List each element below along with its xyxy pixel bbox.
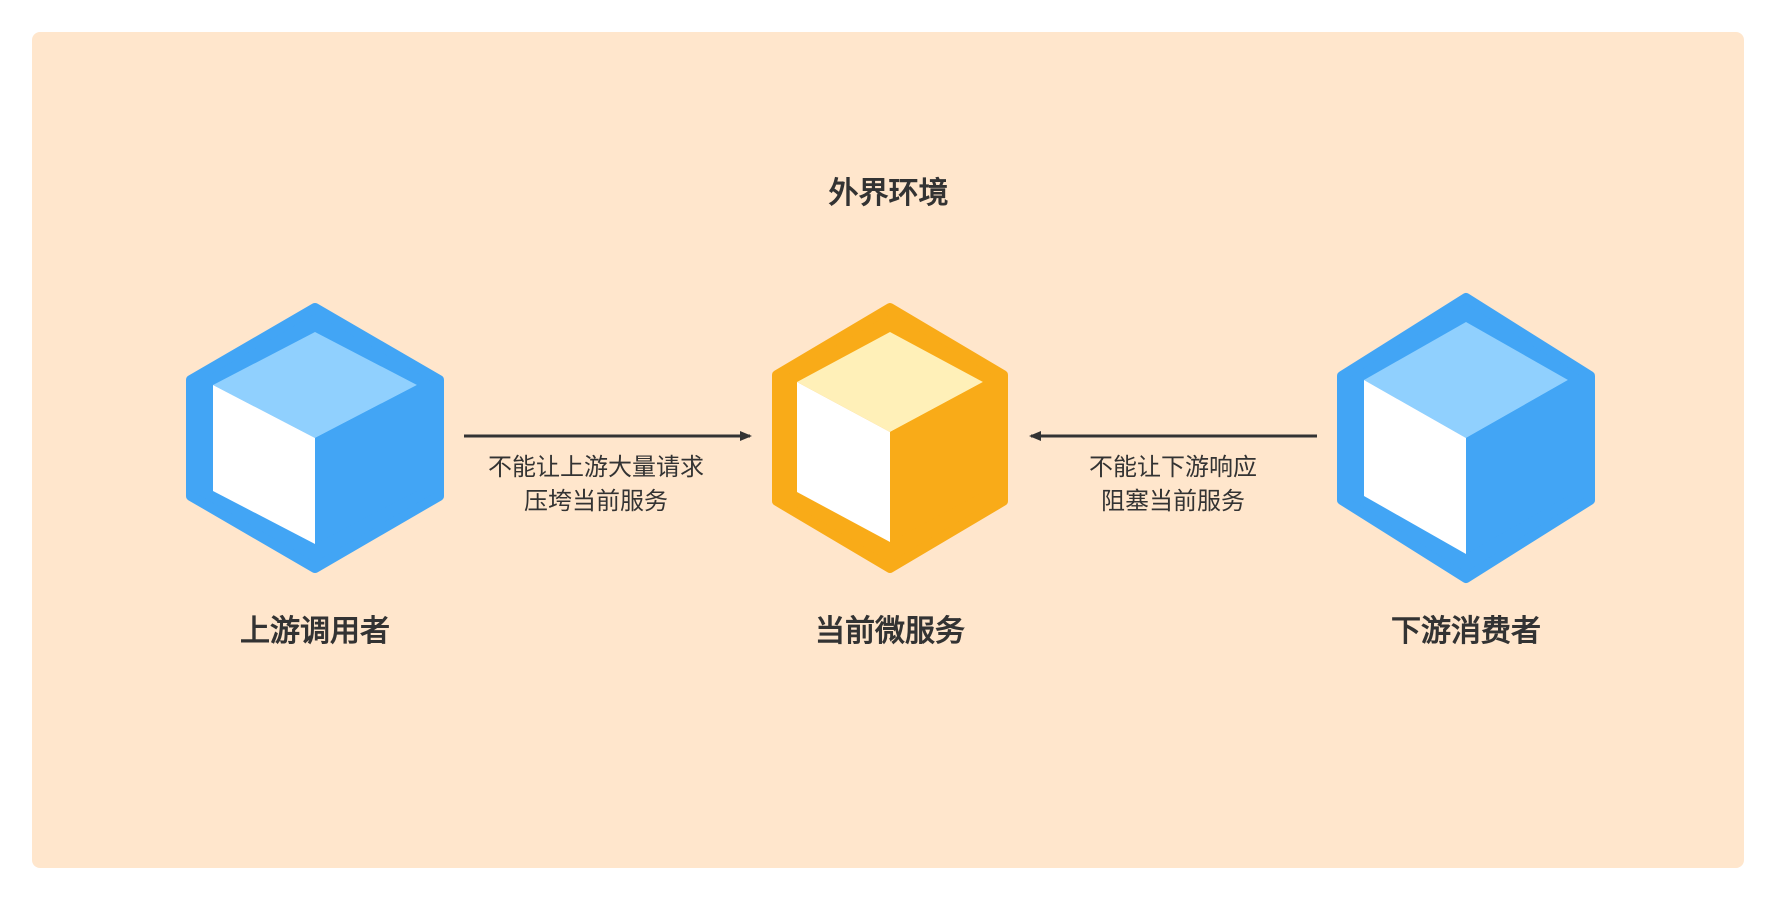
current-cube-icon[interactable] [772, 303, 1008, 573]
downstream-edge-label-line2: 阻塞当前服务 [1101, 487, 1245, 515]
upstream-cube-icon[interactable] [186, 303, 444, 573]
diagram-canvas [186, 293, 1595, 583]
upstream-edge-label: 不能让上游大量请求 压垮当前服务 [436, 450, 756, 518]
downstream-edge-label: 不能让下游响应 阻塞当前服务 [1013, 450, 1333, 518]
downstream-cube-icon[interactable] [1337, 293, 1595, 583]
downstream-edge-label-line1: 不能让下游响应 [1089, 453, 1257, 481]
upstream-edge-label-line1: 不能让上游大量请求 [488, 453, 704, 481]
upstream-edge-label-line2: 压垮当前服务 [524, 487, 668, 515]
current-node-label: 当前微服务 [815, 614, 965, 649]
upstream-node-label: 上游调用者 [240, 614, 390, 649]
downstream-node-label: 下游消费者 [1391, 614, 1541, 649]
